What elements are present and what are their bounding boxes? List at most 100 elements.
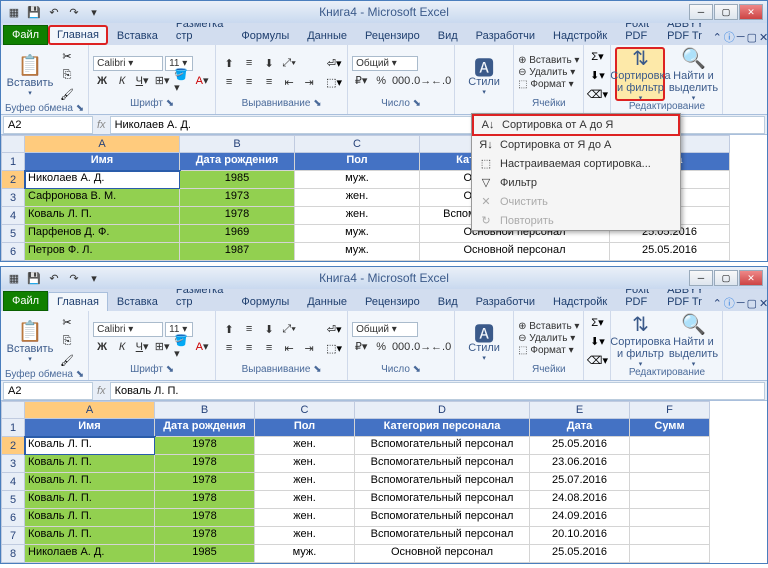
col-head-D[interactable]: D bbox=[355, 401, 530, 419]
cell[interactable]: жен. bbox=[295, 189, 420, 207]
menu-item-Настраиваемая сортировка...[interactable]: ⬚Настраиваемая сортировка... bbox=[472, 154, 680, 173]
tab-Главная[interactable]: Главная bbox=[48, 292, 108, 311]
cell[interactable]: жен. bbox=[255, 491, 355, 509]
tab-Формулы[interactable]: Формулы bbox=[232, 292, 298, 311]
dec-decimal-icon[interactable]: ←.0 bbox=[432, 72, 450, 90]
comma-icon[interactable]: 000 bbox=[392, 338, 410, 356]
col-head-F[interactable]: F bbox=[630, 401, 710, 419]
ribbon-minimize-icon[interactable]: ⌃ bbox=[713, 31, 722, 44]
indent-inc-icon[interactable]: ⇥ bbox=[300, 73, 318, 91]
row-head-6[interactable]: 6 bbox=[1, 243, 25, 261]
cell[interactable]: 25.05.2016 bbox=[610, 243, 730, 261]
paste-button[interactable]: 📋Вставить▾ bbox=[5, 48, 55, 102]
format-painter-icon[interactable]: 🖌 bbox=[58, 85, 76, 103]
cell[interactable]: 24.09.2016 bbox=[530, 509, 630, 527]
cell[interactable]: 20.10.2016 bbox=[530, 527, 630, 545]
cell[interactable]: муж. bbox=[295, 225, 420, 243]
cell[interactable]: Вспомогательный персонал bbox=[355, 527, 530, 545]
cell[interactable] bbox=[630, 437, 710, 455]
cell[interactable]: 1985 bbox=[155, 545, 255, 563]
qat-redo-icon[interactable]: ↷ bbox=[65, 3, 83, 21]
merge-icon[interactable]: ⬚▾ bbox=[325, 73, 343, 91]
qat-more-icon[interactable]: ▾ bbox=[85, 269, 103, 287]
row-head-8[interactable]: 8 bbox=[1, 545, 25, 563]
header-cell[interactable]: Дата bbox=[530, 419, 630, 437]
cell[interactable]: Коваль Л. П. bbox=[25, 437, 155, 455]
copy-icon[interactable]: ⎘ bbox=[58, 66, 76, 84]
align-right-icon[interactable]: ≡ bbox=[260, 339, 278, 357]
ribbon-minimize-icon[interactable]: ⌃ bbox=[713, 297, 722, 310]
cell[interactable]: 1987 bbox=[180, 243, 295, 261]
copy-icon[interactable]: ⎘ bbox=[58, 332, 76, 350]
cell[interactable]: 25.07.2016 bbox=[530, 473, 630, 491]
align-left-icon[interactable]: ≡ bbox=[220, 339, 238, 357]
align-middle-icon[interactable]: ≡ bbox=[240, 320, 258, 338]
find-select-button[interactable]: 🔍Найти и выделить▾ bbox=[668, 47, 718, 101]
cell[interactable]: 25.05.2016 bbox=[530, 545, 630, 563]
col-head-C[interactable]: C bbox=[255, 401, 355, 419]
autosum-icon[interactable]: Σ▾ bbox=[588, 313, 606, 331]
row-head-3[interactable]: 3 bbox=[1, 189, 25, 207]
row-head-5[interactable]: 5 bbox=[1, 225, 25, 243]
delete-cells-button[interactable]: ⊖ Удалить ▾ bbox=[518, 333, 579, 344]
row-head-6[interactable]: 6 bbox=[1, 509, 25, 527]
row-head-7[interactable]: 7 bbox=[1, 527, 25, 545]
align-middle-icon[interactable]: ≡ bbox=[240, 54, 258, 72]
cell[interactable]: 25.05.2016 bbox=[530, 437, 630, 455]
format-cells-button[interactable]: ⬚ Формат ▾ bbox=[518, 79, 579, 90]
cell[interactable]: жен. bbox=[255, 437, 355, 455]
cell[interactable]: Николаев А. Д. bbox=[25, 545, 155, 563]
select-all-corner[interactable] bbox=[1, 401, 25, 419]
cell[interactable]: Коваль Л. П. bbox=[25, 455, 155, 473]
paste-button[interactable]: 📋Вставить▾ bbox=[5, 314, 55, 368]
clear-icon[interactable]: ⌫▾ bbox=[588, 351, 606, 369]
font-color-icon[interactable]: A▾ bbox=[193, 338, 211, 356]
align-center-icon[interactable]: ≡ bbox=[240, 73, 258, 91]
header-cell[interactable]: Пол bbox=[255, 419, 355, 437]
row-head-4[interactable]: 4 bbox=[1, 473, 25, 491]
select-all-corner[interactable] bbox=[1, 135, 25, 153]
inc-decimal-icon[interactable]: .0→ bbox=[412, 338, 430, 356]
tab-Данные[interactable]: Данные bbox=[298, 292, 356, 311]
align-bottom-icon[interactable]: ⬇ bbox=[260, 320, 278, 338]
format-painter-icon[interactable]: 🖌 bbox=[58, 351, 76, 369]
tab-Главная[interactable]: Главная bbox=[48, 25, 108, 45]
doc-close-icon[interactable]: ✕ bbox=[759, 297, 768, 310]
cell[interactable]: Основной персонал bbox=[355, 545, 530, 563]
maximize-button[interactable]: ▢ bbox=[714, 270, 738, 286]
row-head-3[interactable]: 3 bbox=[1, 455, 25, 473]
qat-save-icon[interactable]: 💾 bbox=[25, 269, 43, 287]
cell[interactable]: 1978 bbox=[155, 455, 255, 473]
qat-save-icon[interactable]: 💾 bbox=[25, 3, 43, 21]
tab-Надстройк[interactable]: Надстройк bbox=[544, 26, 616, 45]
cell[interactable]: Вспомогательный персонал bbox=[355, 491, 530, 509]
worksheet[interactable]: ABCDEF1ИмяДата рожденияПолКатегория перс… bbox=[1, 401, 767, 563]
delete-cells-button[interactable]: ⊖ Удалить ▾ bbox=[518, 67, 579, 78]
qat-redo-icon[interactable]: ↷ bbox=[65, 269, 83, 287]
close-button[interactable]: ✕ bbox=[739, 270, 763, 286]
fx-icon[interactable]: fx bbox=[93, 119, 110, 131]
tab-Разработчи[interactable]: Разработчи bbox=[467, 26, 544, 45]
name-box[interactable]: A2 bbox=[3, 382, 93, 400]
cell[interactable]: 1978 bbox=[180, 207, 295, 225]
italic-icon[interactable]: К bbox=[113, 338, 131, 356]
col-head-C[interactable]: C bbox=[295, 135, 420, 153]
italic-icon[interactable]: К bbox=[113, 72, 131, 90]
comma-icon[interactable]: 000 bbox=[392, 72, 410, 90]
doc-restore-icon[interactable]: ▢ bbox=[747, 297, 757, 310]
menu-item-Сортировка от Я до А[interactable]: Я↓Сортировка от Я до А bbox=[472, 136, 680, 154]
sort-filter-button[interactable]: ⇅Сортировка и фильтр▾ bbox=[615, 47, 665, 101]
doc-close-icon[interactable]: ✕ bbox=[759, 31, 768, 44]
format-cells-button[interactable]: ⬚ Формат ▾ bbox=[518, 345, 579, 356]
cell[interactable]: Вспомогательный персонал bbox=[355, 509, 530, 527]
doc-restore-icon[interactable]: ▢ bbox=[747, 31, 757, 44]
header-cell[interactable]: Сумм bbox=[630, 419, 710, 437]
styles-button[interactable]: 🅰Стили▾ bbox=[459, 47, 509, 101]
tab-Формулы[interactable]: Формулы bbox=[232, 26, 298, 45]
cell[interactable]: жен. bbox=[295, 207, 420, 225]
number-format-combo[interactable]: Общий ▾ bbox=[352, 56, 418, 71]
minimize-button[interactable]: ─ bbox=[689, 270, 713, 286]
menu-item-Фильтр[interactable]: ▽Фильтр bbox=[472, 173, 680, 192]
underline-icon[interactable]: Ч▾ bbox=[133, 72, 151, 90]
currency-icon[interactable]: ₽▾ bbox=[352, 72, 370, 90]
